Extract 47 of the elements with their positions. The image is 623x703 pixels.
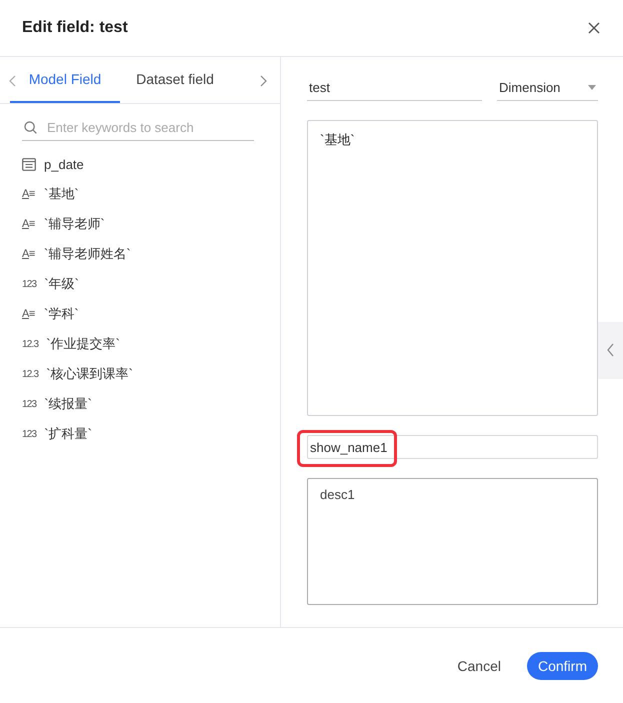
field-item[interactable]: 123 `年级`: [0, 269, 280, 299]
field-name: `核心课到课率`: [46, 365, 133, 383]
text-type-icon: A≡: [22, 188, 36, 200]
field-name: `学科`: [44, 305, 79, 323]
field-name: `扩科量`: [44, 425, 92, 443]
close-icon[interactable]: [588, 22, 600, 34]
field-item[interactable]: A≡ `辅导老师姓名`: [0, 239, 280, 269]
field-name: `续报量`: [44, 395, 92, 413]
number-type-icon: 123: [22, 428, 36, 440]
field-item[interactable]: A≡ `基地`: [0, 179, 280, 209]
field-item[interactable]: A≡ `辅导老师`: [0, 209, 280, 239]
field-name: `年级`: [44, 275, 79, 293]
chevron-left-icon: [607, 343, 614, 357]
confirm-button[interactable]: Confirm: [526, 652, 598, 680]
field-name: p_date: [44, 156, 84, 172]
number-type-icon: 123: [22, 398, 36, 410]
description-field[interactable]: desc1: [307, 478, 598, 605]
search-icon: [24, 121, 37, 134]
field-name: `基地`: [44, 185, 79, 203]
calendar-icon: [22, 158, 36, 170]
text-type-icon: A≡: [22, 308, 36, 320]
tab[interactable]: Dataset field: [120, 57, 230, 103]
field-item[interactable]: 123 `续报量`: [0, 389, 280, 419]
dialog-title: Edit field: test: [22, 19, 128, 37]
chevron-right-icon[interactable]: [260, 75, 267, 87]
field-item[interactable]: 123 `扩科量`: [0, 419, 280, 449]
role-dropdown[interactable]: Dimension: [497, 74, 598, 101]
name-field[interactable]: test: [307, 74, 482, 101]
show-name-field[interactable]: show_name1: [307, 435, 598, 459]
expression-field[interactable]: `基地`: [307, 120, 598, 416]
cancel-button[interactable]: Cancel: [457, 658, 501, 674]
tab[interactable]: Model Field: [10, 57, 120, 103]
field-item[interactable]: 12.3 `核心课到课率`: [0, 359, 280, 389]
text-type-icon: A≡: [22, 218, 36, 230]
text-type-icon: A≡: [22, 248, 36, 260]
search-field[interactable]: Enter keywords to search: [22, 114, 254, 141]
number-type-icon: 12.3: [22, 368, 38, 380]
number-type-icon: 12.3: [22, 338, 38, 350]
caret-icon: [588, 84, 596, 90]
chevron-left-icon[interactable]: [9, 75, 16, 87]
field-name: `作业提交率`: [46, 335, 120, 353]
field-item[interactable]: 12.3 `作业提交率`: [0, 329, 280, 359]
field-item[interactable]: A≡ `学科`: [0, 299, 280, 329]
field-name: `辅导老师`: [44, 215, 105, 233]
number-type-icon: 123: [22, 278, 36, 290]
field-item[interactable]: p_date: [0, 149, 280, 179]
field-name: `辅导老师姓名`: [44, 245, 131, 263]
